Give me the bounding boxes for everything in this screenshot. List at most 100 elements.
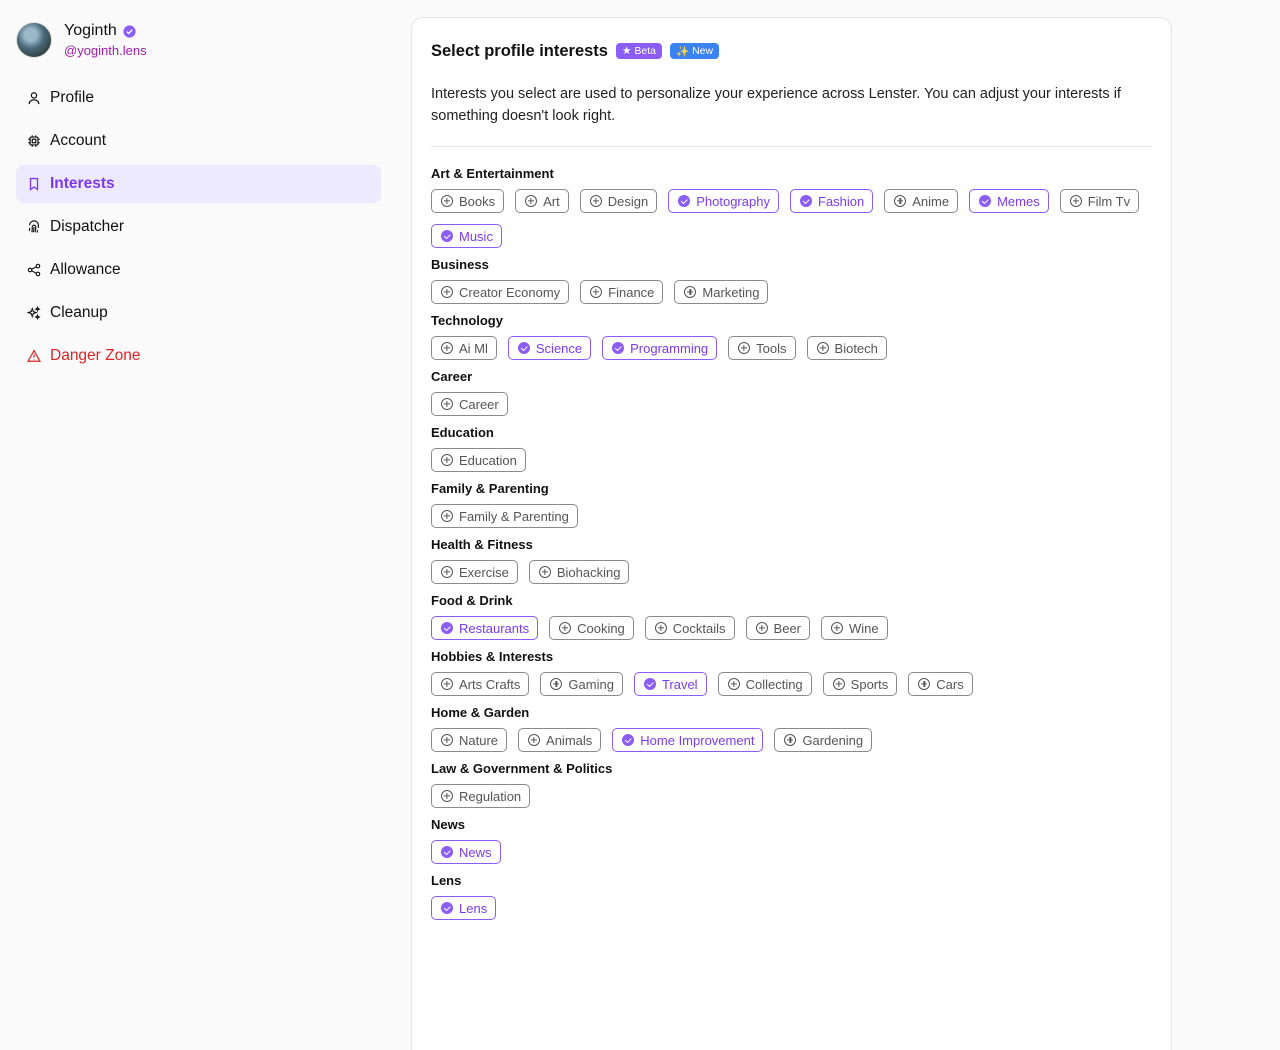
sidebar-item-danger-zone[interactable]: Danger Zone [16,337,381,375]
interest-chip[interactable]: Sports [822,672,898,696]
plus-circle-icon [894,195,907,207]
sidebar-item-dispatcher[interactable]: Dispatcher [16,208,381,246]
interest-chip[interactable]: Books [431,189,505,213]
interest-chip[interactable]: Family & Parenting [431,504,578,528]
interest-chip[interactable]: Film Tv [1059,189,1140,213]
interest-chip[interactable]: Travel [633,672,707,696]
interest-group: Food & Drink Restaurants Cooking Cocktails B… [431,593,1152,640]
card-header: Select profile interests ★ Beta ✨ New [431,40,1152,62]
check-circle-icon [622,734,635,746]
check-circle-icon [979,195,992,207]
page-title: Select profile interests [431,41,608,60]
interest-chip[interactable]: Anime [884,189,959,213]
interest-chip[interactable]: Career [431,392,508,416]
interest-chip-label: Science [535,340,583,356]
sidebar-item-label: Danger Zone [50,347,141,364]
sidebar-item-allowance[interactable]: Allowance [16,251,381,289]
interest-chip[interactable]: Lens [431,896,497,920]
interest-chip[interactable]: News [431,840,501,864]
interest-chip-label: Programming [630,340,709,356]
interest-chip-list: Creator Economy Finance Marketing [431,280,1152,304]
sidebar-item-account[interactable]: Account [16,122,381,160]
interest-chip[interactable]: Memes [969,189,1049,213]
interest-chip[interactable]: Gaming [540,672,623,696]
interest-chip-label: Cocktails [672,620,726,636]
sidebar-item-label: Profile [50,89,94,106]
interest-group: Art & Entertainment Books Art Design Photogr… [431,166,1152,248]
interest-group: Career Career [431,369,1152,416]
check-circle-icon [441,622,453,634]
sidebar-item-label: Interests [50,175,115,192]
group-title: Art & Entertainment [431,166,554,181]
interest-chip[interactable]: Ai Ml [431,336,497,360]
interest-chip-label: Regulation [459,788,522,804]
sidebar-item-label: Dispatcher [50,218,125,235]
interest-group: Hobbies & Interests Arts Crafts Gaming Trav… [431,649,1152,696]
sidebar-item-cleanup[interactable]: Cleanup [16,294,381,332]
interest-chip[interactable]: Tools [728,336,796,360]
interest-chip[interactable]: Restaurants [431,616,539,640]
interest-chip[interactable]: Home Improvement [612,728,764,752]
sidebar-item-profile[interactable]: Profile [16,79,381,117]
star-icon: ★ [621,45,632,57]
verified-icon [123,24,136,38]
check-circle-icon [517,342,530,354]
interest-chip[interactable]: Regulation [431,784,531,808]
interest-chip[interactable]: Education [431,448,526,472]
plus-circle-icon [525,195,538,207]
interest-chip-label: Finance [608,284,655,300]
interest-chip-label: Film Tv [1087,193,1131,209]
interest-chip[interactable]: Photography [668,189,779,213]
interest-chip[interactable]: Finance [580,280,664,304]
user-name-row: Yoginth [64,22,147,40]
interest-chip-label: Marketing [702,284,760,300]
user-card[interactable]: Yoginth @yoginth.lens [16,22,381,58]
interest-chip-list: Regulation [431,784,1152,808]
interest-chip[interactable]: Cooking [549,616,634,640]
interest-group: Home & Garden Nature Animals Home Improveme… [431,705,1152,752]
interest-chip[interactable]: Animals [518,728,602,752]
plus-circle-icon [528,734,541,746]
interest-chip[interactable]: Gardening [774,728,873,752]
group-title: Technology [431,313,503,328]
interest-chip[interactable]: Collecting [717,672,812,696]
interest-chip[interactable]: Beer [745,616,811,640]
interest-chip-label: Fashion [817,193,865,209]
interest-chip[interactable]: Arts Crafts [431,672,530,696]
beta-badge: ★ Beta [615,43,663,59]
interest-group: Technology Ai Ml Science Programming Tools Bi… [431,313,1152,360]
plus-circle-icon [441,342,453,354]
interest-chip[interactable]: Cocktails [644,616,735,640]
group-title: Law & Government & Politics [431,761,613,776]
interest-chip-label: Cooking [577,620,625,636]
plus-circle-icon [441,195,453,207]
interest-chip[interactable]: Nature [431,728,508,752]
interest-chip[interactable]: Programming [602,336,718,360]
interest-chip[interactable]: Biohacking [528,560,630,584]
interest-chip-label: Ai Ml [459,340,488,356]
user-info: Yoginth @yoginth.lens [64,22,147,58]
interest-chip-label: Restaurants [459,620,530,636]
interest-groups: Art & Entertainment Books Art Design Photogr… [431,166,1152,920]
avatar[interactable] [16,22,52,58]
interest-chip[interactable]: Art [515,189,569,213]
interest-chip-label: Music [459,228,493,244]
check-circle-icon [441,846,453,858]
interest-chip-label: Exercise [459,564,509,580]
interest-chip[interactable]: Biotech [806,336,887,360]
interest-chip[interactable]: Music [431,224,502,248]
interest-chip[interactable]: Cars [908,672,973,696]
interest-chip[interactable]: Marketing [674,280,769,304]
interest-chip[interactable]: Creator Economy [431,280,570,304]
check-circle-icon [678,195,691,207]
interest-chip[interactable]: Design [579,189,658,213]
sidebar-item-label: Account [50,132,107,149]
interest-chip[interactable]: Science [507,336,592,360]
interest-chip-label: Books [459,193,496,209]
interest-chip[interactable]: Wine [821,616,888,640]
interest-chip[interactable]: Fashion [789,189,874,213]
sidebar-item-interests[interactable]: Interests [16,165,381,203]
plus-circle-icon [589,195,602,207]
plus-circle-icon [441,734,453,746]
interest-chip[interactable]: Exercise [431,560,518,584]
